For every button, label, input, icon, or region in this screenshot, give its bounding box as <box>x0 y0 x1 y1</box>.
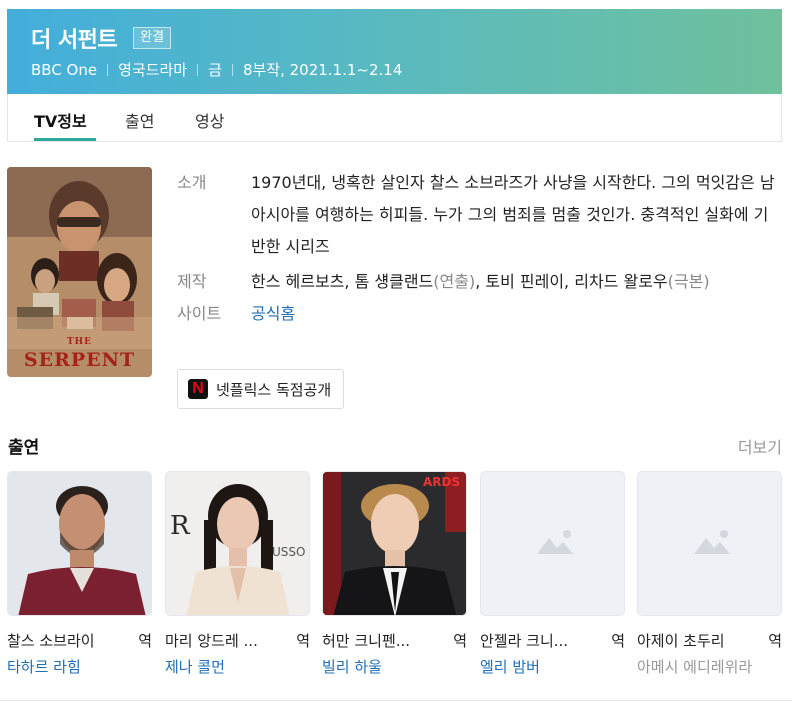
cast-role-name: 안젤라 크니... <box>480 632 569 650</box>
actor-portrait: R USSO <box>166 472 309 615</box>
meta-genre: 영국드라마 <box>118 61 188 79</box>
active-tab-indicator <box>34 138 96 141</box>
cast-role: 아제이 초두리 역 <box>637 630 782 652</box>
program-title[interactable]: 더 서펀트 <box>31 22 118 54</box>
info-site-row: 사이트 공식홈 <box>177 298 777 330</box>
cast-photo[interactable]: ARDS <box>322 471 467 616</box>
official-site-link[interactable]: 공식홈 <box>251 298 777 330</box>
cast-role: 안젤라 크니... 역 <box>480 630 625 652</box>
cast-photo-placeholder[interactable] <box>637 471 782 616</box>
site-label: 사이트 <box>177 304 222 323</box>
meta-divider <box>231 63 233 76</box>
cast-card[interactable]: 아제이 초두리 역 아메시 에디레위라 <box>637 471 782 677</box>
production-writers: 토비 핀레이, 리차드 왈로우 <box>485 272 668 291</box>
image-placeholder-icon <box>638 472 781 615</box>
production-value: 한스 헤르보츠, 톰 섕클랜드(연출), 토비 핀레이, 리차드 왈로우(극본) <box>251 266 777 298</box>
cast-role: 허만 크니펜... 역 <box>322 630 467 652</box>
actor-portrait: ARDS <box>323 472 466 615</box>
cast-photo[interactable]: R USSO <box>165 471 310 616</box>
tab-bar: TV정보 출연 영상 <box>7 94 782 142</box>
netflix-exclusive-button[interactable]: N 넷플릭스 독점공개 <box>177 369 345 409</box>
poster-title-prefix: THE <box>66 337 93 347</box>
poster-title: SERPENT <box>23 349 136 371</box>
tab-tv-info[interactable]: TV정보 <box>34 108 87 132</box>
info-intro-row: 소개 1970년대, 냉혹한 살인자 찰스 소브라즈가 사냥을 시작한다. 그의… <box>177 167 777 263</box>
cast-card[interactable]: R USSO 마리 앙드레 ... 역 제나 콜먼 <box>165 471 310 677</box>
cast-card[interactable]: 찰스 소브라이 역 타하르 라힘 <box>7 471 152 677</box>
svg-text:ARDS: ARDS <box>423 475 460 489</box>
bottom-divider <box>0 700 792 701</box>
cast-role-suffix: 역 <box>296 632 310 650</box>
tab-cast[interactable]: 출연 <box>125 108 154 132</box>
cast-role-suffix: 역 <box>138 632 152 650</box>
intro-label: 소개 <box>177 173 207 192</box>
cast-actor-name[interactable]: 빌리 하울 <box>322 656 467 677</box>
production-directors-role: (연출) <box>433 272 476 291</box>
cast-card[interactable]: 안젤라 크니... 역 엘리 밤버 <box>480 471 625 677</box>
status-badge: 완결 <box>133 27 172 49</box>
cast-role-name: 아제이 초두리 <box>637 632 725 650</box>
production-label: 제작 <box>177 272 207 291</box>
cast-role-name: 마리 앙드레 ... <box>165 632 258 650</box>
production-directors: 한스 헤르보츠, 톰 섕클랜드 <box>251 272 434 291</box>
title-row: 더 서펀트 완결 <box>31 22 172 54</box>
meta-channel: BBC One <box>31 60 98 79</box>
info-production-row: 제작 한스 헤르보츠, 톰 섕클랜드(연출), 토비 핀레이, 리차드 왈로우(… <box>177 266 777 298</box>
cast-role: 마리 앙드레 ... 역 <box>165 630 310 652</box>
intro-text: 1970년대, 냉혹한 살인자 찰스 소브라즈가 사냥을 시작한다. 그의 먹잇… <box>251 173 775 256</box>
cast-role-suffix: 역 <box>453 632 467 650</box>
production-writers-role: (극본) <box>667 272 710 291</box>
cast-card[interactable]: ARDS 허만 크니펜... 역 빌리 하울 <box>322 471 467 677</box>
cast-role: 찰스 소브라이 역 <box>7 630 152 652</box>
cast-role-name: 허만 크니펜... <box>322 632 411 650</box>
cast-role-suffix: 역 <box>768 632 782 650</box>
meta-divider <box>197 63 199 76</box>
svg-text:R: R <box>170 511 191 541</box>
cast-actor-name[interactable]: 타하르 라힘 <box>7 656 152 677</box>
cast-section-title: 출연 <box>8 438 40 458</box>
cast-actor-name[interactable]: 엘리 밤버 <box>480 656 625 677</box>
poster-image[interactable]: THE SERPENT <box>7 167 152 377</box>
image-placeholder-icon <box>481 472 624 615</box>
svg-text:USSO: USSO <box>272 545 305 559</box>
meta-episodes: 8부작, 2021.1.1~2.14 <box>242 61 403 79</box>
meta-divider <box>107 63 109 76</box>
meta-day: 금 <box>208 61 222 79</box>
cast-photo-placeholder[interactable] <box>480 471 625 616</box>
cast-role-suffix: 역 <box>611 632 625 650</box>
program-header: 더 서펀트 완결 BBC One 영국드라마 금 8부작, 2021.1.1~2… <box>7 9 782 94</box>
program-info: 소개 1970년대, 냉혹한 살인자 찰스 소브라즈가 사냥을 시작한다. 그의… <box>177 167 777 330</box>
actor-portrait <box>8 472 151 615</box>
cast-actor-name[interactable]: 제나 콜먼 <box>165 656 310 677</box>
program-meta: BBC One 영국드라마 금 8부작, 2021.1.1~2.14 <box>31 59 402 80</box>
production-separator: , <box>475 272 486 291</box>
cast-photo[interactable] <box>7 471 152 616</box>
tab-video[interactable]: 영상 <box>195 108 224 132</box>
netflix-label: 넷플릭스 독점공개 <box>216 380 332 399</box>
cast-more-link[interactable]: 더보기 <box>738 434 782 458</box>
cast-actor-name: 아메시 에디레위라 <box>637 658 753 676</box>
netflix-icon: N <box>188 379 208 399</box>
cast-role-name: 찰스 소브라이 <box>7 632 95 650</box>
